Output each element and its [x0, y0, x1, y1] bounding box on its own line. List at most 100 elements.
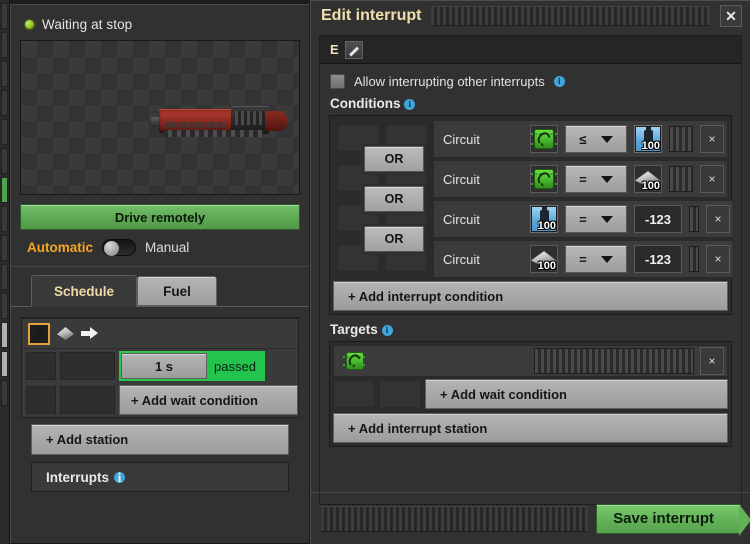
comparator-dropdown[interactable]: = — [565, 165, 627, 193]
interrupt-name: E — [330, 42, 339, 57]
strip-cell — [1, 90, 8, 116]
targets-section-label: Targets i — [320, 315, 741, 341]
strip-cell — [1, 206, 8, 232]
fluid-signal-icon[interactable]: 100 — [634, 125, 662, 153]
condition-type-label: Circuit — [443, 171, 480, 187]
or-button[interactable]: OR — [364, 186, 424, 212]
save-interrupt-button[interactable]: Save interrupt — [596, 503, 750, 536]
stone-signal-icon[interactable]: 100 — [530, 245, 558, 273]
conditions-list: Circuit ≤ 100 × OR Circuit = 100 × OR Ci… — [329, 115, 734, 315]
panel-divider — [11, 266, 309, 267]
condition-slot[interactable] — [60, 386, 115, 414]
pencil-edit-icon[interactable] — [344, 40, 363, 59]
stone-rhombus-icon — [57, 327, 74, 340]
dialog-body: E Allow interrupting other interrupts i … — [319, 35, 742, 505]
remove-condition-button[interactable]: × — [700, 165, 724, 193]
train-tabs: Schedule Fuel — [11, 273, 309, 307]
strip-cell — [1, 351, 8, 377]
condition-drag-handle[interactable] — [669, 126, 693, 152]
target-drag-handle[interactable] — [534, 348, 694, 374]
electronic-circuit-icon[interactable] — [530, 125, 558, 153]
locomotive-wheels — [163, 130, 263, 137]
chevron-down-icon — [600, 135, 613, 143]
target-slot[interactable] — [379, 380, 421, 408]
constant-input[interactable]: -123 — [634, 245, 682, 273]
add-interrupt-condition-button[interactable]: + Add interrupt condition — [333, 281, 728, 311]
comparator-value: = — [579, 211, 587, 227]
remove-condition-button[interactable]: × — [706, 245, 730, 273]
condition-body: Circuit 100 = -123 × — [433, 200, 734, 238]
dialog-titlebar: Edit interrupt ✕ — [311, 1, 750, 31]
targets-label: Targets — [330, 322, 378, 337]
strip-cell — [1, 235, 8, 261]
strip-cell — [1, 148, 8, 174]
target-add-wait-condition-button[interactable]: + Add wait condition — [425, 379, 728, 409]
tab-schedule[interactable]: Schedule — [31, 275, 138, 307]
automatic-label: Automatic — [27, 240, 94, 255]
schedule-entry-header[interactable] — [22, 319, 298, 349]
add-interrupt-station-button[interactable]: + Add interrupt station — [333, 413, 728, 443]
stone-signal-icon[interactable]: 100 — [634, 165, 662, 193]
comparator-dropdown[interactable]: = — [565, 245, 627, 273]
automatic-manual-toggle[interactable] — [102, 239, 137, 256]
add-station-button[interactable]: + Add station — [31, 424, 289, 455]
strip-cell — [1, 264, 8, 290]
comparator-value: = — [579, 251, 587, 267]
allow-interrupting-row: Allow interrupting other interrupts i — [320, 64, 741, 89]
wait-condition-timer: 1 s passed — [119, 351, 265, 381]
close-icon[interactable]: ✕ — [720, 5, 742, 27]
train-preview[interactable] — [20, 40, 300, 195]
add-wait-condition-button[interactable]: + Add wait condition — [119, 385, 298, 415]
target-slot[interactable] — [333, 380, 375, 408]
conditions-section-label: Conditions i — [320, 89, 741, 115]
footer-drag-handle[interactable] — [321, 505, 589, 532]
drive-remotely-button[interactable]: Drive remotely — [20, 204, 300, 230]
constant-input[interactable]: -123 — [634, 205, 682, 233]
remove-target-button[interactable]: × — [700, 347, 724, 375]
edit-interrupt-dialog: Edit interrupt ✕ E Allow interrupting ot… — [310, 0, 750, 544]
dialog-drag-handle[interactable] — [431, 6, 710, 26]
station-icon[interactable] — [28, 322, 50, 345]
locomotive-nose — [265, 111, 287, 131]
schedule-section: 1 s passed + Add wait condition + Add st… — [21, 317, 299, 492]
targets-list: × + Add wait condition + Add interrupt s… — [329, 341, 732, 447]
condition-slot[interactable] — [60, 352, 115, 380]
dialog-title: Edit interrupt — [321, 7, 422, 24]
condition-drag-handle[interactable] — [689, 206, 699, 232]
chevron-down-icon — [600, 215, 613, 223]
info-icon[interactable]: i — [381, 325, 393, 336]
condition-slot[interactable] — [26, 352, 56, 380]
signal-count: 100 — [641, 140, 660, 152]
interrupts-header: Interrupts i — [31, 462, 289, 492]
wait-time-value[interactable]: 1 s — [121, 353, 207, 379]
info-icon[interactable]: i — [114, 470, 126, 484]
comparator-dropdown[interactable]: ≤ — [565, 125, 627, 153]
target-row: × — [333, 345, 728, 377]
signal-count: 100 — [537, 220, 556, 232]
arrow-right-icon — [81, 327, 98, 340]
info-icon[interactable]: i — [404, 99, 416, 110]
allow-interrupting-label: Allow interrupting other interrupts — [354, 74, 545, 89]
or-button[interactable]: OR — [364, 146, 424, 172]
condition-slot[interactable] — [26, 386, 56, 414]
strip-cell-active — [1, 177, 8, 203]
train-status-label: Waiting at stop — [42, 17, 133, 32]
wait-condition-row: 1 s passed — [22, 349, 298, 383]
condition-drag-handle[interactable] — [689, 246, 699, 272]
fluid-signal-icon[interactable]: 100 — [530, 205, 558, 233]
remove-condition-button[interactable]: × — [700, 125, 724, 153]
dialog-footer: Save interrupt — [311, 492, 750, 544]
condition-left-slots: OR — [333, 226, 433, 279]
target-wait-condition-row: + Add wait condition — [333, 377, 728, 411]
remove-condition-button[interactable]: × — [706, 205, 730, 233]
comparator-dropdown[interactable]: = — [565, 205, 627, 233]
electronic-circuit-icon[interactable] — [341, 347, 369, 375]
or-button[interactable]: OR — [364, 226, 424, 252]
chevron-down-icon — [600, 255, 613, 263]
tab-fuel[interactable]: Fuel — [137, 276, 218, 306]
electronic-circuit-icon[interactable] — [530, 165, 558, 193]
train-panel: Waiting at stop Drive remotely Automatic… — [10, 4, 310, 544]
condition-drag-handle[interactable] — [669, 166, 693, 192]
info-icon[interactable]: i — [553, 76, 565, 87]
allow-interrupting-checkbox[interactable] — [330, 74, 345, 89]
